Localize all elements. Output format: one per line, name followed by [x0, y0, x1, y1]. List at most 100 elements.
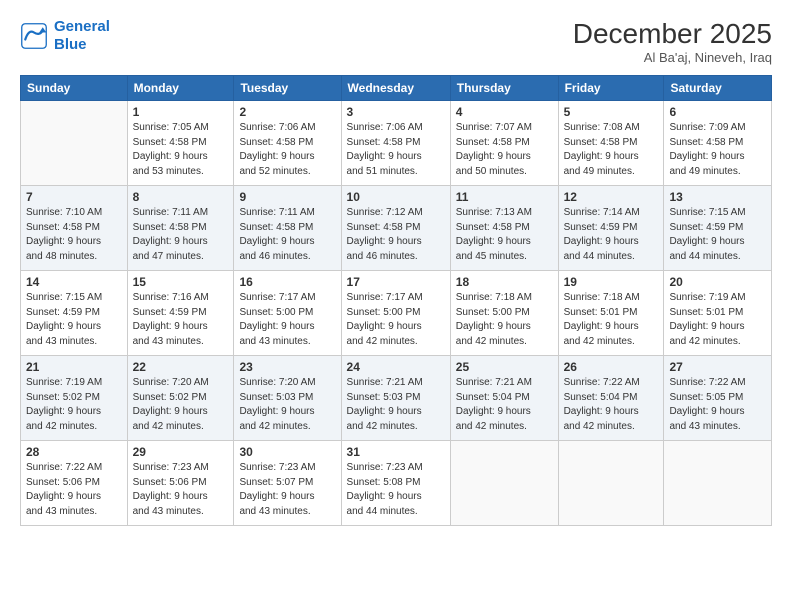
day-number: 25	[456, 360, 553, 374]
table-row	[450, 441, 558, 526]
table-row: 31Sunrise: 7:23 AM Sunset: 5:08 PM Dayli…	[341, 441, 450, 526]
table-row: 6 Sunrise: 7:09 AM Sunset: 4:58 PM Daylig…	[664, 101, 772, 186]
table-row	[558, 441, 664, 526]
logo-icon	[20, 22, 48, 50]
day-number: 3	[347, 105, 445, 119]
header: General Blue December 2025 Al Ba'aj, Nin…	[20, 18, 772, 65]
table-row: 27 Sunrise: 7:22 AM Sunset: 5:05 PM Dayli…	[664, 356, 772, 441]
logo-text: General Blue	[54, 18, 110, 54]
location: Al Ba'aj, Nineveh, Iraq	[573, 50, 772, 65]
day-info: Sunrise: 7:23 AM Sunset: 5:06 PM Dayligh…	[133, 461, 229, 519]
day-info: Sunrise: 7:18 AM Sunset: 5:00 PM Dayligh…	[456, 291, 553, 349]
logo: General Blue	[20, 18, 110, 54]
day-info: Sunrise: 7:23 AM Sunset: 5:07 PM Dayligh…	[239, 461, 335, 519]
day-number: 16	[239, 275, 335, 289]
day-info: Sunrise: 7:20 AM Sunset: 5:02 PM Dayligh…	[133, 376, 229, 434]
table-row: 3 Sunrise: 7:06 AM Sunset: 4:58 PM Daylig…	[341, 101, 450, 186]
day-info: Sunrise: 7:20 AM Sunset: 5:03 PM Dayligh…	[239, 376, 335, 434]
day-number: 30	[239, 445, 335, 459]
table-row: 5 Sunrise: 7:08 AM Sunset: 4:58 PM Daylig…	[558, 101, 664, 186]
calendar-week-row: 1 Sunrise: 7:05 AM Sunset: 4:58 PM Daylig…	[21, 101, 772, 186]
day-number: 7	[26, 190, 122, 204]
day-number: 24	[347, 360, 445, 374]
calendar-week-row: 14Sunrise: 7:15 AM Sunset: 4:59 PM Dayli…	[21, 271, 772, 356]
table-row: 30 Sunrise: 7:23 AM Sunset: 5:07 PM Dayli…	[234, 441, 341, 526]
table-row: 9 Sunrise: 7:11 AM Sunset: 4:58 PM Daylig…	[234, 186, 341, 271]
col-sunday: Sunday	[21, 76, 128, 101]
day-info: Sunrise: 7:16 AM Sunset: 4:59 PM Dayligh…	[133, 291, 229, 349]
day-number: 4	[456, 105, 553, 119]
day-info: Sunrise: 7:05 AM Sunset: 4:58 PM Dayligh…	[133, 121, 229, 179]
table-row: 10 Sunrise: 7:12 AM Sunset: 4:58 PM Dayli…	[341, 186, 450, 271]
col-saturday: Saturday	[664, 76, 772, 101]
table-row: 11 Sunrise: 7:13 AM Sunset: 4:58 PM Dayli…	[450, 186, 558, 271]
col-friday: Friday	[558, 76, 664, 101]
logo-line2: Blue	[54, 36, 87, 53]
day-info: Sunrise: 7:06 AM Sunset: 4:58 PM Dayligh…	[347, 121, 445, 179]
calendar: Sunday Monday Tuesday Wednesday Thursday…	[20, 75, 772, 526]
day-number: 31	[347, 445, 445, 459]
day-info: Sunrise: 7:19 AM Sunset: 5:02 PM Dayligh…	[26, 376, 122, 434]
day-info: Sunrise: 7:22 AM Sunset: 5:05 PM Dayligh…	[669, 376, 766, 434]
day-number: 11	[456, 190, 553, 204]
col-wednesday: Wednesday	[341, 76, 450, 101]
day-info: Sunrise: 7:11 AM Sunset: 4:58 PM Dayligh…	[239, 206, 335, 264]
table-row	[664, 441, 772, 526]
day-info: Sunrise: 7:13 AM Sunset: 4:58 PM Dayligh…	[456, 206, 553, 264]
table-row: 25 Sunrise: 7:21 AM Sunset: 5:04 PM Dayli…	[450, 356, 558, 441]
day-number: 23	[239, 360, 335, 374]
day-info: Sunrise: 7:18 AM Sunset: 5:01 PM Dayligh…	[564, 291, 659, 349]
calendar-header-row: Sunday Monday Tuesday Wednesday Thursday…	[21, 76, 772, 101]
table-row	[21, 101, 128, 186]
table-row: 22 Sunrise: 7:20 AM Sunset: 5:02 PM Dayli…	[127, 356, 234, 441]
col-thursday: Thursday	[450, 76, 558, 101]
day-number: 5	[564, 105, 659, 119]
day-number: 2	[239, 105, 335, 119]
table-row: 28 Sunrise: 7:22 AM Sunset: 5:06 PM Dayli…	[21, 441, 128, 526]
day-number: 19	[564, 275, 659, 289]
day-number: 10	[347, 190, 445, 204]
day-number: 14	[26, 275, 122, 289]
table-row: 14Sunrise: 7:15 AM Sunset: 4:59 PM Dayli…	[21, 271, 128, 356]
day-number: 26	[564, 360, 659, 374]
table-row: 12Sunrise: 7:14 AM Sunset: 4:59 PM Dayli…	[558, 186, 664, 271]
day-number: 9	[239, 190, 335, 204]
table-row: 19 Sunrise: 7:18 AM Sunset: 5:01 PM Dayli…	[558, 271, 664, 356]
day-info: Sunrise: 7:11 AM Sunset: 4:58 PM Dayligh…	[133, 206, 229, 264]
table-row: 4 Sunrise: 7:07 AM Sunset: 4:58 PM Daylig…	[450, 101, 558, 186]
day-number: 15	[133, 275, 229, 289]
calendar-week-row: 28 Sunrise: 7:22 AM Sunset: 5:06 PM Dayli…	[21, 441, 772, 526]
day-number: 6	[669, 105, 766, 119]
day-number: 27	[669, 360, 766, 374]
table-row: 20Sunrise: 7:19 AM Sunset: 5:01 PM Dayli…	[664, 271, 772, 356]
day-info: Sunrise: 7:09 AM Sunset: 4:58 PM Dayligh…	[669, 121, 766, 179]
table-row: 8 Sunrise: 7:11 AM Sunset: 4:58 PM Daylig…	[127, 186, 234, 271]
day-number: 22	[133, 360, 229, 374]
day-info: Sunrise: 7:08 AM Sunset: 4:58 PM Dayligh…	[564, 121, 659, 179]
table-row: 23 Sunrise: 7:20 AM Sunset: 5:03 PM Dayli…	[234, 356, 341, 441]
day-info: Sunrise: 7:12 AM Sunset: 4:58 PM Dayligh…	[347, 206, 445, 264]
table-row: 29Sunrise: 7:23 AM Sunset: 5:06 PM Dayli…	[127, 441, 234, 526]
day-number: 1	[133, 105, 229, 119]
day-info: Sunrise: 7:17 AM Sunset: 5:00 PM Dayligh…	[239, 291, 335, 349]
day-number: 28	[26, 445, 122, 459]
table-row: 21Sunrise: 7:19 AM Sunset: 5:02 PM Dayli…	[21, 356, 128, 441]
table-row: 16 Sunrise: 7:17 AM Sunset: 5:00 PM Dayli…	[234, 271, 341, 356]
day-info: Sunrise: 7:19 AM Sunset: 5:01 PM Dayligh…	[669, 291, 766, 349]
day-info: Sunrise: 7:07 AM Sunset: 4:58 PM Dayligh…	[456, 121, 553, 179]
table-row: 13Sunrise: 7:15 AM Sunset: 4:59 PM Dayli…	[664, 186, 772, 271]
day-info: Sunrise: 7:10 AM Sunset: 4:58 PM Dayligh…	[26, 206, 122, 264]
day-number: 8	[133, 190, 229, 204]
day-number: 17	[347, 275, 445, 289]
day-info: Sunrise: 7:22 AM Sunset: 5:06 PM Dayligh…	[26, 461, 122, 519]
table-row: 26 Sunrise: 7:22 AM Sunset: 5:04 PM Dayli…	[558, 356, 664, 441]
day-info: Sunrise: 7:21 AM Sunset: 5:03 PM Dayligh…	[347, 376, 445, 434]
col-tuesday: Tuesday	[234, 76, 341, 101]
title-block: December 2025 Al Ba'aj, Nineveh, Iraq	[573, 18, 772, 65]
col-monday: Monday	[127, 76, 234, 101]
day-info: Sunrise: 7:21 AM Sunset: 5:04 PM Dayligh…	[456, 376, 553, 434]
calendar-week-row: 7 Sunrise: 7:10 AM Sunset: 4:58 PM Daylig…	[21, 186, 772, 271]
page: General Blue December 2025 Al Ba'aj, Nin…	[0, 0, 792, 612]
day-info: Sunrise: 7:22 AM Sunset: 5:04 PM Dayligh…	[564, 376, 659, 434]
day-info: Sunrise: 7:14 AM Sunset: 4:59 PM Dayligh…	[564, 206, 659, 264]
